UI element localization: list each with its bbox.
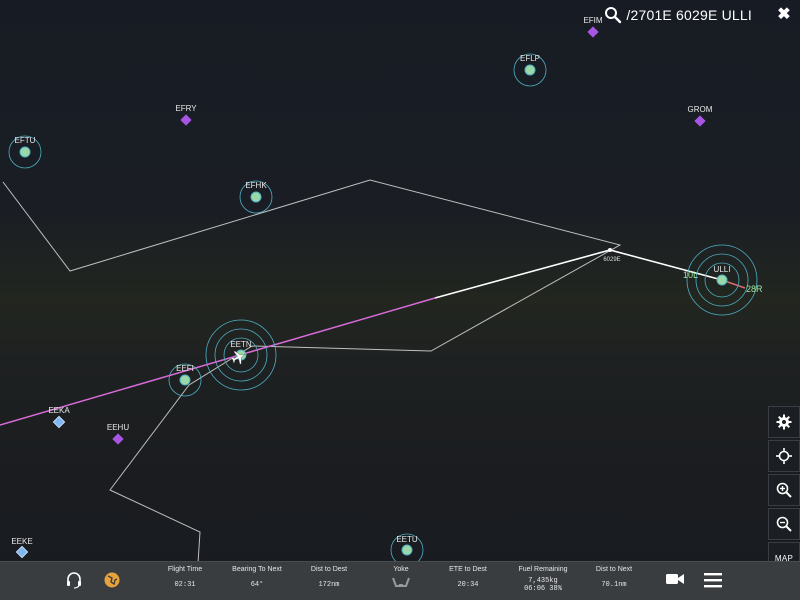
stat-dist-to-dest: Dist to Dest 172nm [289,566,369,589]
stat-fuel-remaining: Fuel Remaining 7,435kg 06:06 38% [503,566,583,593]
airport-EFLP[interactable]: EFLP [513,53,547,87]
intersection-EFIM[interactable]: EFIM [583,16,603,38]
stat-value: 7,435kg [528,577,558,585]
close-icon[interactable]: ✖ [776,7,792,23]
airport-label: EETN [230,340,252,349]
stat-value: 20:34 [457,581,479,589]
stat-title: ETE to Dest [449,566,487,573]
center-map-button[interactable] [768,440,800,472]
vor-EEKE[interactable]: EEKE [11,537,33,559]
stat-dist-to-next: Dist to Next 70.1nm [574,566,654,589]
airport-label: EFTU [15,136,36,145]
intersection-label: EEHU [107,423,129,432]
stat-value-secondary: 06:06 38% [524,585,562,593]
stat-value: 64° [250,581,264,589]
stat-value: 70.1nm [601,581,627,589]
airport-label: EEFI [176,364,194,373]
runway-label: 10L [683,270,698,280]
vor-label: EEKA [48,406,70,415]
yoke-icon [392,577,410,587]
runway-label: 28R [746,284,763,294]
intersection-EFRY[interactable]: EFRY [175,104,197,126]
airport-label: EFHK [245,181,267,190]
stat-title: Dist to Next [595,566,633,573]
stat-title: Bearing To Next [232,566,282,573]
stat-value: 172nm [318,581,340,589]
stat-flight-time: Flight Time 02:31 [145,566,225,589]
crosshair-icon [776,448,792,464]
bottom-status-bar: Flight Time 02:31 Bearing To Next 64° Di… [0,561,800,600]
airport-EFTU[interactable]: EFTU [8,135,42,169]
search-icon[interactable] [604,6,622,24]
map-canvas[interactable]: 6029E EFIM EFRY GROM EEHU EEKA EEKE EFLP… [0,0,800,600]
intersection-label: EFRY [175,104,197,113]
vor-label: EEKE [11,537,32,546]
vor-EEKA[interactable]: EEKA [48,406,70,429]
intersection-GROM[interactable]: GROM [688,105,713,127]
map-controls: MAP [768,406,800,576]
zoom-in-button[interactable] [768,474,800,506]
airport-label: EFLP [520,54,540,63]
stat-value: 02:31 [174,581,196,589]
search-bar[interactable]: /2701E 6029E ULLI [604,6,752,24]
intersection-label: EFIM [583,16,602,25]
stat-title: Flight Time [167,566,203,573]
active-route [434,249,723,299]
waypoint-6029E-label: 6029E [603,257,620,263]
intersection-label: GROM [688,105,713,114]
globe-icon[interactable] [103,571,121,589]
stat-ete-to-dest: ETE to Dest 20:34 [428,566,508,589]
waypoint-6029E-marker[interactable] [608,248,612,252]
menu-icon[interactable] [703,571,723,589]
search-query[interactable]: /2701E 6029E ULLI [626,7,752,23]
route-outline [2,179,622,564]
airport-label: EETU [396,535,418,544]
zoom-in-icon [776,482,792,498]
stat-title: Fuel Remaining [518,566,568,573]
intersection-EEHU[interactable]: EEHU [107,423,129,445]
stat-title: Dist to Dest [310,566,348,573]
gear-icon [776,414,792,430]
zoom-out-button[interactable] [768,508,800,540]
airport-label: ULLI [714,265,731,274]
settings-button[interactable] [768,406,800,438]
camera-icon[interactable] [665,571,685,587]
airport-EFHK[interactable]: EFHK [239,180,273,214]
headset-icon[interactable] [65,571,83,589]
zoom-out-icon [776,516,792,532]
airport-ULLI[interactable]: ULLI 10L 28R [683,244,763,316]
stat-bearing-to-next: Bearing To Next 64° [217,566,297,589]
